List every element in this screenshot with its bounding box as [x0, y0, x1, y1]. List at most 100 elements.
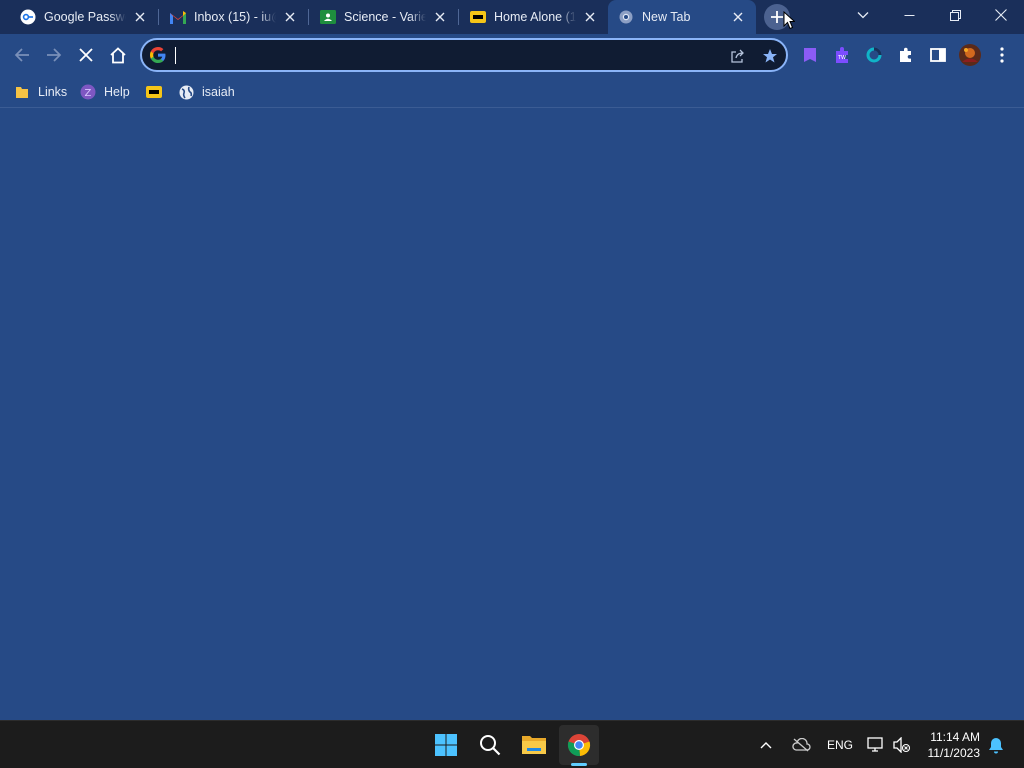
close-icon: [995, 9, 1007, 21]
volume-button[interactable]: [893, 721, 911, 768]
address-input[interactable]: [174, 46, 714, 66]
chrome-icon: [618, 9, 634, 25]
home-button[interactable]: [102, 39, 134, 71]
language-indicator[interactable]: ENG: [827, 721, 853, 768]
tab-google-passwords[interactable]: Google Passwo: [10, 0, 158, 34]
restore-button[interactable]: [932, 0, 978, 30]
tab-imdb-home-alone[interactable]: Home Alone (1: [460, 0, 608, 34]
tab-separator: [158, 9, 159, 25]
cloud-off-icon: [792, 738, 811, 752]
profile-button[interactable]: [954, 39, 986, 71]
language-label: ENG: [827, 738, 854, 752]
more-vertical-icon: [1000, 47, 1004, 63]
bookmark-star-icon[interactable]: [760, 46, 780, 66]
tab-separator: [308, 9, 309, 25]
avatar: [959, 44, 981, 66]
minimize-button[interactable]: [886, 0, 932, 30]
tab-separator: [458, 9, 459, 25]
puzzle-icon: [900, 47, 911, 62]
folder-icon: [522, 736, 546, 754]
minimize-icon: [904, 14, 914, 16]
windows-taskbar: ENG 11:14 AM 11/1/2023: [0, 720, 1024, 768]
plus-icon: [771, 11, 783, 23]
close-tab-icon[interactable]: [730, 9, 746, 25]
show-hidden-icons-button[interactable]: [760, 721, 772, 768]
help-icon: Z: [80, 84, 96, 100]
chrome-taskbar-button[interactable]: [559, 725, 599, 765]
close-tab-icon[interactable]: [282, 9, 298, 25]
folder-icon: [14, 84, 30, 100]
share-icon[interactable]: [728, 46, 748, 66]
restore-icon: [949, 9, 961, 21]
globe-icon: [178, 84, 194, 100]
arrow-left-icon: [14, 48, 29, 62]
imdb-icon: [146, 84, 162, 100]
home-icon: [110, 46, 126, 63]
side-panel-icon: [930, 48, 946, 62]
ring-icon: [866, 47, 882, 63]
extension-bookmark-icon: [804, 48, 816, 62]
extensions-button[interactable]: [890, 39, 922, 71]
volume-muted-icon: [893, 737, 911, 753]
google-icon: [150, 47, 166, 63]
browser-toolbar: TW: [0, 34, 1024, 76]
close-tab-icon[interactable]: [132, 9, 148, 25]
tab-title: Home Alone (1: [494, 10, 576, 24]
back-button[interactable]: [6, 39, 38, 71]
file-explorer-button[interactable]: [514, 725, 554, 765]
bookmark-label: Links: [38, 85, 68, 99]
network-icon: [867, 737, 883, 752]
google-passwords-icon: [20, 9, 36, 25]
mouse-cursor-icon: [783, 11, 795, 30]
new-tab-page: [0, 109, 1024, 720]
chevron-down-icon: [857, 12, 869, 19]
omnibox[interactable]: [140, 38, 788, 72]
tab-strip: Google Passwo Inbox (15) - iu@ Science -…: [0, 0, 1024, 34]
bell-icon: [989, 737, 1003, 753]
tab-gmail-inbox[interactable]: Inbox (15) - iu@: [160, 0, 308, 34]
close-tab-icon[interactable]: [432, 9, 448, 25]
clock-date: 11/1/2023: [927, 746, 981, 760]
tab-search-button[interactable]: [840, 0, 886, 30]
imdb-icon: [470, 9, 486, 25]
extension-ring-button[interactable]: [858, 39, 890, 71]
tab-title: New Tab: [642, 10, 691, 24]
onedrive-button[interactable]: [791, 721, 811, 768]
clock-time: 11:14 AM: [930, 730, 980, 744]
tab-title: Science - Variet: [344, 10, 426, 24]
forward-button[interactable]: [38, 39, 70, 71]
bookmark-imdb[interactable]: [146, 81, 170, 103]
side-panel-button[interactable]: [922, 39, 954, 71]
svg-text:TW: TW: [837, 55, 846, 61]
tab-title: Google Passwo: [44, 10, 126, 24]
windows-icon: [435, 734, 457, 756]
google-classroom-icon: [320, 9, 336, 25]
close-tab-icon[interactable]: [582, 9, 598, 25]
svg-text:Z: Z: [85, 88, 92, 99]
stop-loading-button[interactable]: [70, 39, 102, 71]
close-window-button[interactable]: [978, 0, 1024, 30]
search-button[interactable]: [470, 725, 510, 765]
puzzle-tw-icon: TW: [836, 47, 848, 63]
start-button[interactable]: [426, 725, 466, 765]
chrome-icon: [567, 734, 591, 757]
bookmark-label: Help: [104, 85, 130, 99]
extension-tw-button[interactable]: TW: [826, 39, 858, 71]
text-caret: [175, 47, 176, 64]
close-icon: [79, 48, 93, 62]
gmail-icon: [170, 9, 186, 25]
notifications-button[interactable]: [988, 721, 1004, 768]
bookmark-isaiah[interactable]: isaiah: [178, 81, 235, 103]
bookmark-help[interactable]: Z Help: [80, 81, 130, 103]
network-button[interactable]: [867, 721, 885, 768]
active-app-indicator: [571, 763, 587, 766]
clock[interactable]: 11:14 AM 11/1/2023: [928, 729, 981, 761]
search-icon: [480, 735, 501, 756]
bookmark-label: isaiah: [202, 85, 235, 99]
bookmark-links[interactable]: Links: [14, 81, 67, 103]
tab-classroom-science[interactable]: Science - Variet: [310, 0, 458, 34]
extension-purple-button[interactable]: [794, 39, 826, 71]
tab-new-tab[interactable]: New Tab: [608, 0, 756, 34]
tab-title: Inbox (15) - iu@: [194, 10, 276, 24]
menu-button[interactable]: [986, 39, 1018, 71]
